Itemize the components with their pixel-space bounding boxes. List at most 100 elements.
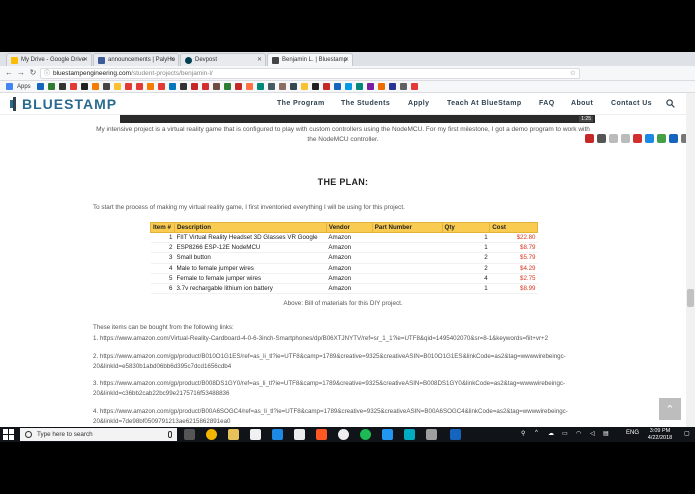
nav-teach[interactable]: Teach At BlueStamp	[447, 100, 522, 107]
article-content: 1:25 My intensive project is a virtual r…	[0, 115, 686, 427]
bookmark-icon[interactable]	[333, 83, 341, 90]
microphone-icon[interactable]	[168, 431, 172, 438]
bookmark-icon[interactable]	[355, 83, 363, 90]
bookmark-star-icon[interactable]: ☆	[570, 69, 576, 79]
bookmark-icon[interactable]	[58, 83, 66, 90]
close-icon[interactable]: ✕	[170, 56, 175, 63]
taskbar-search-input[interactable]: Type here to search	[20, 428, 177, 441]
bookmark-icon[interactable]	[344, 83, 352, 90]
system-clock[interactable]: 3:09 PM 4/22/2018	[640, 428, 680, 441]
close-icon[interactable]: ✕	[257, 56, 262, 63]
bookmark-icon[interactable]	[47, 83, 55, 90]
page-scrollbar[interactable]	[686, 93, 695, 427]
reload-icon[interactable]: ↻	[28, 68, 38, 77]
app-icon[interactable]	[316, 429, 327, 440]
address-bar[interactable]: ⓘ bluestampengineering.com/student-proje…	[40, 68, 580, 79]
chevron-up-tray-icon[interactable]: ^	[535, 430, 538, 436]
bookmark-icon[interactable]	[212, 83, 220, 90]
chrome-icon[interactable]	[206, 429, 217, 440]
tab-devpost[interactable]: Devpost ✕	[180, 53, 266, 66]
table-caption: Above: Bill of materials for this DIY pr…	[283, 300, 403, 307]
action-center-icon[interactable]: ▢	[684, 430, 690, 437]
info-icon[interactable]: ⓘ	[44, 69, 50, 79]
bookmark-icon[interactable]	[366, 83, 374, 90]
cell-cost: $5.79	[489, 252, 538, 264]
bookmark-icon[interactable]	[267, 83, 275, 90]
bookmark-icon[interactable]	[102, 83, 110, 90]
tab-google-drive[interactable]: My Drive - Google Drive ✕	[6, 53, 92, 66]
bookmark-icon[interactable]	[311, 83, 319, 90]
bookmark-icon[interactable]	[69, 83, 77, 90]
close-icon[interactable]: ✕	[344, 56, 349, 63]
apps-label[interactable]: Apps	[17, 84, 31, 90]
bookmark-icon[interactable]	[322, 83, 330, 90]
search-icon[interactable]	[666, 99, 675, 108]
file-explorer-icon[interactable]	[228, 429, 239, 440]
nav-the-students[interactable]: The Students	[341, 100, 390, 107]
windows-start-icon[interactable]	[3, 429, 14, 440]
app-icon[interactable]	[382, 429, 393, 440]
bookmark-icon[interactable]	[157, 83, 165, 90]
video-player[interactable]: 1:25	[120, 115, 595, 123]
bookmark-icon[interactable]	[234, 83, 242, 90]
language-indicator[interactable]: ENG	[626, 430, 639, 436]
bookmark-icon[interactable]	[113, 83, 121, 90]
bookmark-icon[interactable]	[300, 83, 308, 90]
nav-about[interactable]: About	[571, 100, 593, 107]
devpost-icon	[185, 56, 192, 64]
forward-icon[interactable]: →	[16, 68, 26, 77]
bookmark-icon[interactable]	[410, 83, 418, 90]
bookmark-icon[interactable]	[289, 83, 297, 90]
app-icon[interactable]	[450, 429, 461, 440]
back-icon[interactable]: ←	[4, 68, 14, 77]
store-icon[interactable]	[250, 429, 261, 440]
wifi-icon[interactable]: ◠	[576, 430, 581, 437]
bookmark-icon[interactable]	[256, 83, 264, 90]
bookmark-icon[interactable]	[168, 83, 176, 90]
tab-bluestamp[interactable]: Benjamin L. | Bluestamp ✕	[267, 53, 353, 66]
scrollbar-thumb[interactable]	[687, 289, 694, 307]
amazon-link-2[interactable]: 2. https://www.amazon.com/gp/product/B01…	[93, 352, 593, 372]
nav-contact-us[interactable]: Contact Us	[611, 100, 652, 107]
bookmark-icon[interactable]	[377, 83, 385, 90]
bookmark-icon[interactable]	[36, 83, 44, 90]
people-icon[interactable]: ⚲	[521, 430, 525, 437]
spotify-icon[interactable]	[360, 429, 371, 440]
bookmark-icon[interactable]	[190, 83, 198, 90]
app-icon[interactable]	[294, 429, 305, 440]
battery-icon[interactable]: ▭	[562, 430, 568, 437]
bookmark-icon[interactable]	[245, 83, 253, 90]
bookmark-icon[interactable]	[91, 83, 99, 90]
new-tab-button[interactable]	[355, 53, 371, 66]
bookmark-icon[interactable]	[80, 83, 88, 90]
amazon-link-4[interactable]: 4. https://www.amazon.com/gp/product/B00…	[93, 407, 593, 427]
volume-icon[interactable]: ◁	[590, 430, 595, 437]
bookmark-icon[interactable]	[146, 83, 154, 90]
nav-apply[interactable]: Apply	[408, 100, 429, 107]
cell-vendor: Amazon	[326, 252, 373, 264]
app-icon[interactable]	[338, 429, 349, 440]
close-icon[interactable]: ✕	[83, 56, 88, 63]
bookmark-icon[interactable]	[388, 83, 396, 90]
app-icon[interactable]	[426, 429, 437, 440]
bookmark-icon[interactable]	[135, 83, 143, 90]
bookmark-icon[interactable]	[399, 83, 407, 90]
nav-the-program[interactable]: The Program	[277, 100, 325, 107]
nav-faq[interactable]: FAQ	[539, 100, 555, 107]
bookmark-icon[interactable]	[278, 83, 286, 90]
bookmark-icon[interactable]	[201, 83, 209, 90]
app-icon[interactable]	[404, 429, 415, 440]
cloud-icon[interactable]: ☁	[548, 430, 554, 437]
notification-icon[interactable]: ▤	[603, 430, 609, 437]
apps-icon[interactable]	[6, 83, 13, 90]
amazon-link-1[interactable]: 1. https://www.amazon.com/Virtual-Realit…	[93, 334, 593, 344]
task-view-icon[interactable]	[184, 429, 195, 440]
back-to-top-button[interactable]: ⌃	[659, 398, 681, 420]
amazon-link-3[interactable]: 3. https://www.amazon.com/gp/product/B00…	[93, 379, 593, 399]
tab-announcements[interactable]: announcements | PalyHo ✕	[93, 53, 179, 66]
site-logo[interactable]: BLUESTAMP	[10, 96, 117, 112]
mail-icon[interactable]	[272, 429, 283, 440]
bookmark-icon[interactable]	[223, 83, 231, 90]
bookmark-icon[interactable]	[124, 83, 132, 90]
bookmark-icon[interactable]	[179, 83, 187, 90]
